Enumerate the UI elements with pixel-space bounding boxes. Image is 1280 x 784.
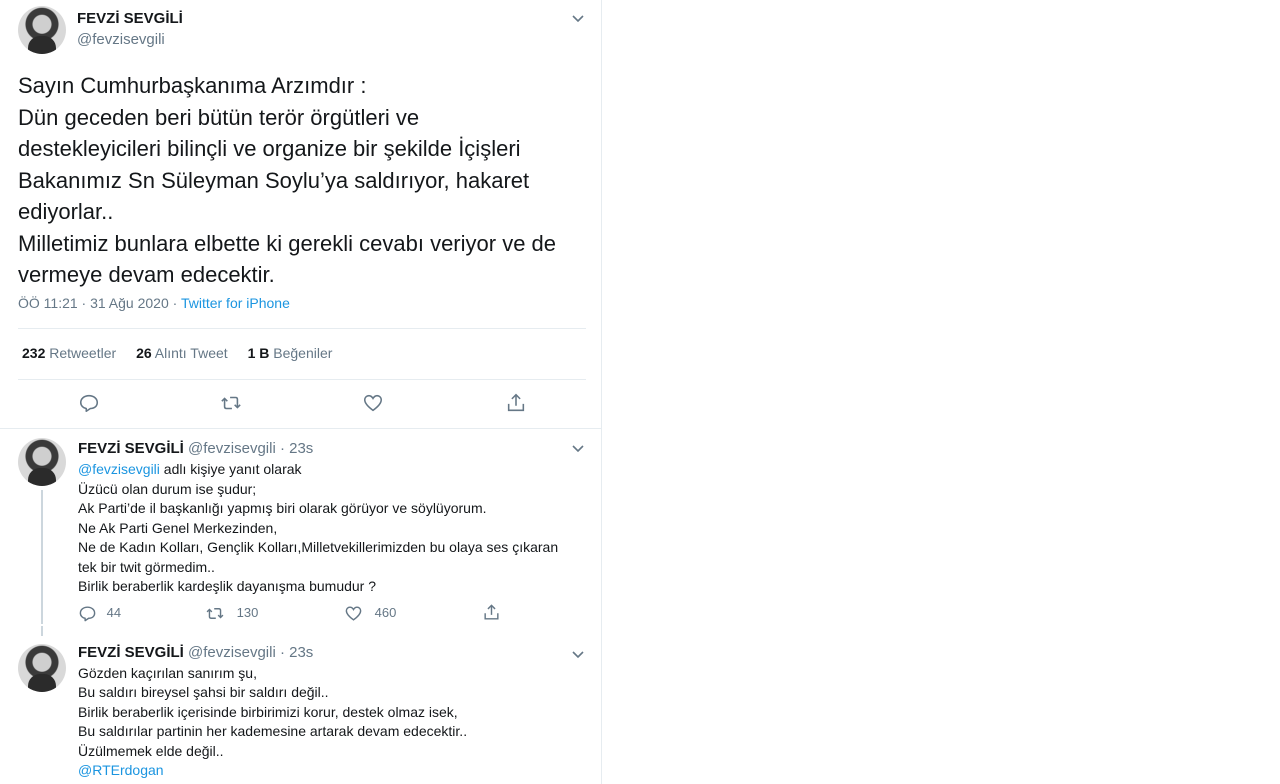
divider bbox=[18, 328, 586, 329]
retweet-count: 130 bbox=[236, 604, 259, 620]
chevron-down-icon[interactable] bbox=[570, 10, 586, 26]
thread-line bbox=[41, 626, 43, 636]
reply-to-suffix: adlı kişiye yanıt olarak bbox=[159, 461, 302, 477]
tweet-line: destekleyicileri bilinçli ve organize bi… bbox=[18, 136, 521, 161]
mention-link[interactable]: @RTErdogan bbox=[78, 761, 467, 780]
reply-author-handle: @fevzisevgili · 23s bbox=[188, 644, 314, 661]
tweet-source-link[interactable]: Twitter for iPhone bbox=[181, 295, 290, 311]
chevron-down-icon[interactable] bbox=[570, 440, 586, 456]
reply-line: Bu saldırılar partinin her kademesine ar… bbox=[78, 723, 468, 740]
reply-count: 44 bbox=[106, 604, 122, 620]
likes-label: Beğeniler bbox=[273, 345, 333, 361]
share-icon[interactable] bbox=[505, 392, 527, 414]
reply-author-name: FEVZİ SEVGİLİ bbox=[78, 440, 184, 457]
reply-avatar[interactable] bbox=[18, 438, 66, 486]
tweet-line: Milletimiz bunlara elbette ki gerekli ce… bbox=[18, 230, 557, 256]
reply-author-handle: @fevzisevgili · 23s bbox=[188, 440, 314, 457]
reply-line: Birlik beraberlik kardeşlik dayanışma bu… bbox=[78, 578, 377, 595]
thread-line bbox=[41, 490, 43, 624]
likes-stat[interactable]: 1 B Beğeniler bbox=[248, 345, 333, 361]
retweet-icon bbox=[206, 608, 224, 619]
reply-like-action[interactable]: 460 bbox=[344, 604, 396, 623]
reply-avatar[interactable] bbox=[18, 644, 66, 692]
reply-line: Üzücü olan durum ise şudur; bbox=[78, 481, 257, 497]
tweet-line: Bakanımız Sn Süleyman Soylu’ya saldırıyo… bbox=[18, 167, 530, 193]
reply-reply-action[interactable]: 44 bbox=[78, 604, 121, 623]
tweet-line: ediyorlar.. bbox=[18, 199, 114, 224]
reply-to-link[interactable]: @fevzisevgili bbox=[78, 461, 160, 477]
reply-line: Ne Ak Parti Genel Merkezinden, bbox=[78, 519, 278, 536]
retweets-count: 232 bbox=[22, 345, 46, 361]
reply-line: Ak Parti’de il başkanlığı yapmış biri ol… bbox=[78, 500, 487, 517]
reply-text: Gözden kaçırılan sanırım şu, Bu saldırı … bbox=[78, 664, 467, 780]
tweet-line: Dün geceden beri bütün terör örgütleri v… bbox=[18, 104, 420, 130]
reply-share-action[interactable] bbox=[482, 603, 501, 622]
divider bbox=[0, 428, 601, 429]
retweets-stat[interactable]: 232 Retweetler bbox=[22, 345, 116, 361]
retweets-label: Retweetler bbox=[49, 345, 117, 361]
quotes-count: 26 bbox=[136, 345, 152, 361]
reply-line: Üzülmemek elde değil.. bbox=[78, 742, 224, 759]
chevron-down-icon[interactable] bbox=[570, 646, 586, 662]
quotes-label: Alıntı Tweet bbox=[154, 345, 228, 361]
author-handle[interactable]: @fevzisevgili bbox=[77, 31, 165, 48]
reply-icon[interactable] bbox=[78, 392, 100, 414]
reply-line: tek bir twit görmedim.. bbox=[78, 558, 215, 575]
reply-line: Birlik beraberlik içerisinde birbirimizi… bbox=[78, 703, 458, 720]
reply-text: Üzücü olan durum ise şudur; Ak Parti’de … bbox=[78, 480, 558, 596]
tweet-line: vermeye devam edecektir. bbox=[18, 262, 275, 287]
tweet-timestamp[interactable]: ÖÖ 11:21 · 31 Ağu 2020 · bbox=[18, 295, 181, 311]
quotes-stat[interactable]: 26 Alıntı Tweet bbox=[136, 345, 228, 361]
share-icon bbox=[484, 604, 499, 620]
reply-icon bbox=[79, 606, 96, 622]
tweet-text: Sayın Cumhurbaşkanıma Arzımdır : Dün gec… bbox=[18, 70, 588, 291]
reply-line: Ne de Kadın Kolları, Gençlik Kolları,Mil… bbox=[78, 539, 559, 556]
reply-author-name: FEVZİ SEVGİLİ bbox=[78, 644, 184, 661]
author-name[interactable]: FEVZİ SEVGİLİ bbox=[77, 10, 183, 27]
tweet-stats: 232 Retweetler 26 Alıntı Tweet 1 B Beğen… bbox=[22, 345, 348, 361]
retweet-icon[interactable] bbox=[220, 392, 242, 414]
reply-line: Gözden kaçırılan sanırım şu, bbox=[78, 665, 257, 681]
author-avatar[interactable] bbox=[18, 6, 66, 54]
likes-count: 1 B bbox=[247, 345, 270, 361]
heart-icon bbox=[345, 606, 362, 621]
like-count: 460 bbox=[374, 604, 397, 620]
tweet-meta: ÖÖ 11:21 · 31 Ağu 2020 · Twitter for iPh… bbox=[18, 295, 290, 311]
reply-context: @fevzisevgili adlı kişiye yanıt olarak bbox=[78, 460, 302, 479]
tweet-line: Sayın Cumhurbaşkanıma Arzımdır : bbox=[18, 73, 367, 98]
reply-retweet-action[interactable]: 130 bbox=[205, 604, 258, 623]
reply-author[interactable]: FEVZİ SEVGİLİ @fevzisevgili · 23s bbox=[78, 644, 313, 661]
tweet-column: FEVZİ SEVGİLİ @fevzisevgili Sayın Cumhur… bbox=[0, 0, 602, 784]
reply-line: Bu saldırı bireysel şahsi bir saldırı de… bbox=[78, 684, 329, 701]
reply-author[interactable]: FEVZİ SEVGİLİ @fevzisevgili · 23s bbox=[78, 440, 313, 457]
divider bbox=[18, 379, 586, 380]
heart-icon[interactable] bbox=[362, 392, 384, 414]
